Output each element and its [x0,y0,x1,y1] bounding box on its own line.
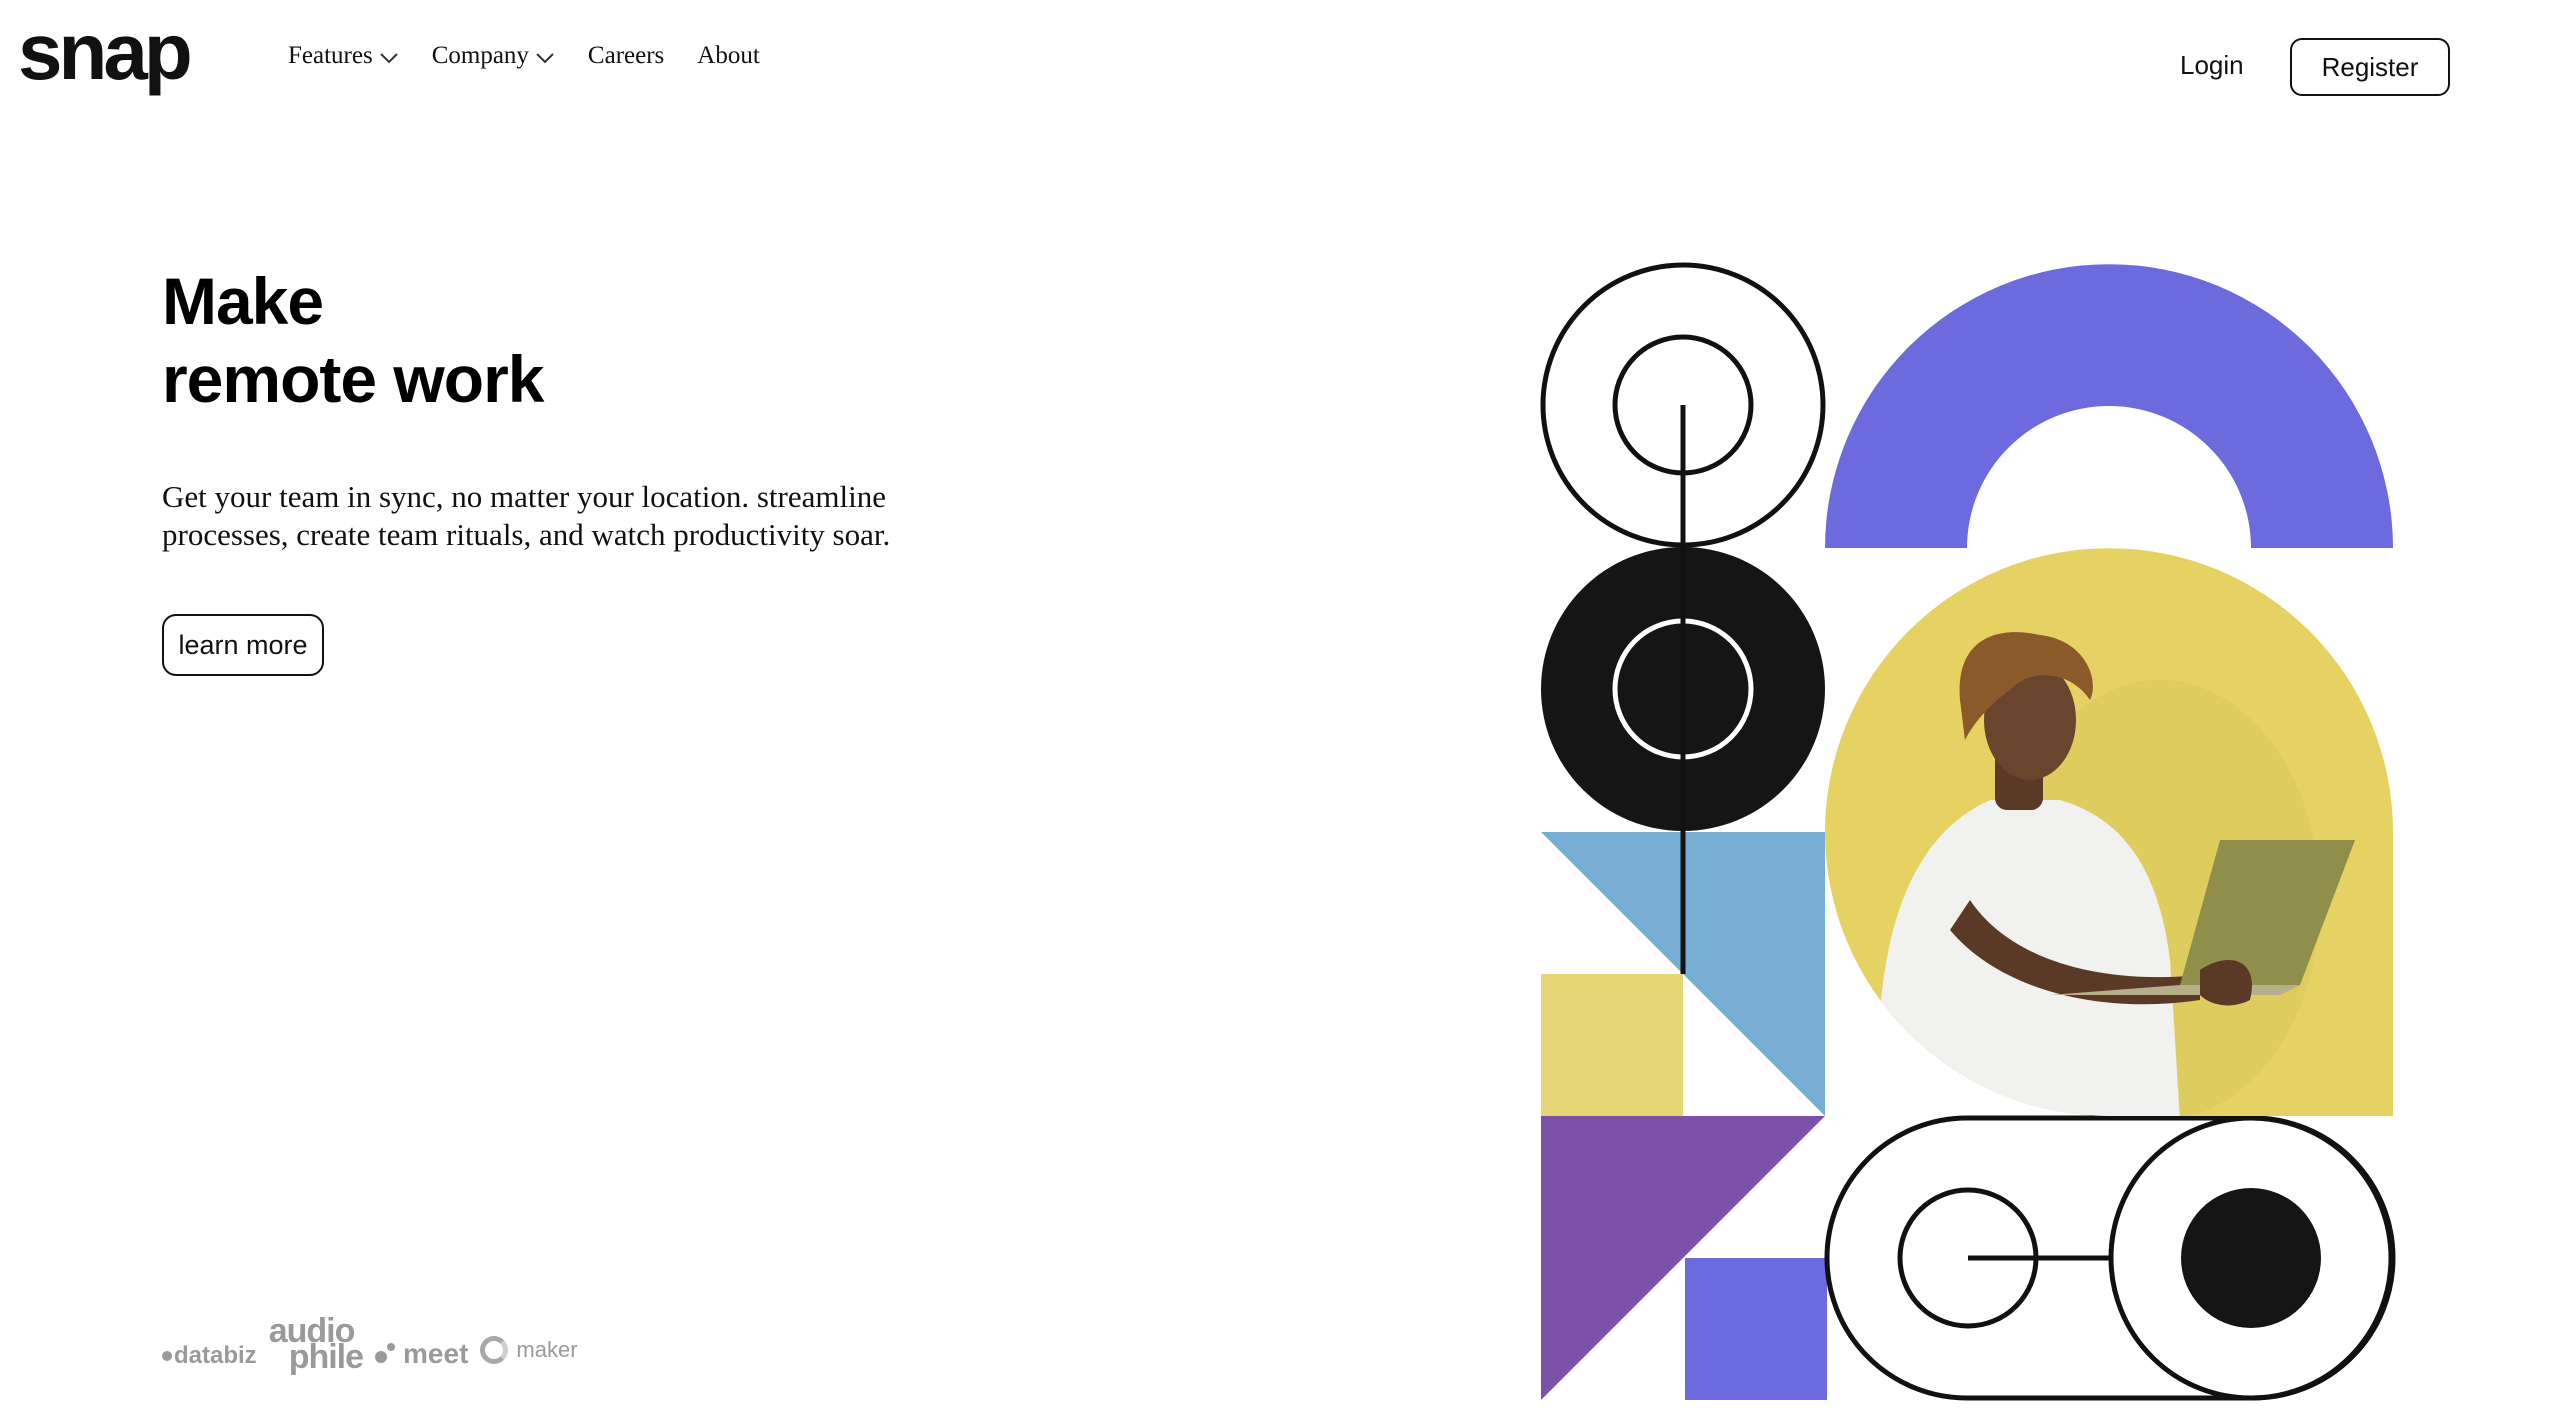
purple-square [1685,1258,1827,1400]
pill-black-dot [2181,1188,2321,1328]
purple-arch-shape [1825,264,2393,548]
blue-triangle-left [1541,832,1683,974]
yellow-square [1541,974,1683,1116]
blue-shape-right [1683,832,1825,1116]
hero-illustration [1540,262,2396,1401]
person-hand [2200,960,2252,1006]
person-photo [1825,548,2393,1116]
